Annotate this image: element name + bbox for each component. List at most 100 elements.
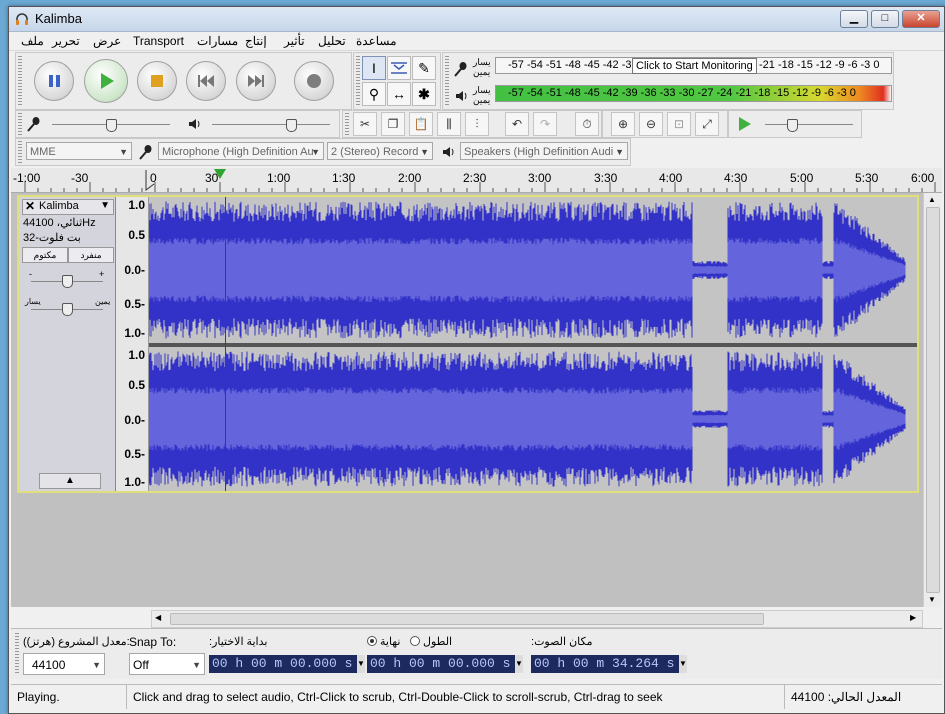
timeshift-tool[interactable]: ↔ xyxy=(387,82,411,106)
pan-right-label: يمين xyxy=(95,297,111,306)
play-at-speed-button[interactable] xyxy=(735,115,753,133)
audio-host-select[interactable]: MME ▼ xyxy=(26,142,132,160)
zoom-fit-icon: ⤢ xyxy=(702,117,712,131)
trim-button[interactable]: ⫼ xyxy=(437,112,461,136)
horizontal-scroll-thumb[interactable] xyxy=(170,613,764,625)
fit-project-button[interactable]: ⤢ xyxy=(695,112,719,136)
menu-tracks[interactable]: مسارات xyxy=(197,34,238,48)
selection-tool[interactable]: I xyxy=(362,56,386,80)
playhead-start-marker[interactable] xyxy=(143,168,159,192)
chevron-down-icon[interactable]: ▼ xyxy=(515,655,523,673)
chevron-down-icon[interactable]: ▼ xyxy=(100,200,110,211)
fit-selection-button[interactable]: ⊡ xyxy=(667,112,691,136)
chevron-down-icon[interactable]: ▼ xyxy=(679,655,687,673)
toolbar-grip[interactable] xyxy=(18,141,22,163)
zoom-tool[interactable]: ⚲ xyxy=(362,82,386,106)
input-volume-thumb[interactable] xyxy=(106,119,117,132)
length-radio-label: الطول xyxy=(423,636,453,648)
record-button[interactable] xyxy=(294,61,334,101)
toolbar-grip[interactable] xyxy=(445,56,449,106)
solo-button[interactable]: منفرد xyxy=(68,247,114,263)
redo-button[interactable]: ↷ xyxy=(533,112,557,136)
recording-device-select[interactable]: Microphone (High Definition Au ▼ xyxy=(158,142,324,160)
record-meter[interactable]: -57 -54 -51 -48 -45 -42 -3 -21 -18 -15 -… xyxy=(495,57,892,74)
end-radio-label: نهاية xyxy=(380,636,401,648)
transport-toolbar xyxy=(15,52,352,110)
end-radio[interactable] xyxy=(367,636,377,646)
double-arrow-icon: ↔ xyxy=(392,86,406,102)
zoom-in-icon: ⊕ xyxy=(617,117,629,131)
recording-channels-select[interactable]: 2 (Stereo) Record ▼ xyxy=(327,142,433,160)
window-title: Kalimba xyxy=(35,11,82,26)
output-volume-thumb[interactable] xyxy=(286,119,297,132)
skip-to-end-button[interactable] xyxy=(236,61,276,101)
timeline-ruler[interactable]: -1:00 -30 0 30 1:00 1:30 2:00 2:30 3:00 … xyxy=(11,168,942,193)
envelope-tool[interactable] xyxy=(387,56,411,80)
menu-file[interactable]: ملف xyxy=(21,34,44,48)
undo-button[interactable]: ↶ xyxy=(505,112,529,136)
project-rate-select[interactable]: 44100 ▼ xyxy=(23,653,105,675)
play-button[interactable] xyxy=(84,59,128,103)
selection-start-field[interactable]: 00 h 00 m 00.000 s xyxy=(209,655,357,673)
chevron-down-icon[interactable]: ▼ xyxy=(357,655,365,673)
scroll-right-icon[interactable]: ▶ xyxy=(910,613,916,622)
playback-meter[interactable]: -57 -54 -51 -48 -45 -42 -39 -36 -33 -30 … xyxy=(495,85,892,102)
vertical-scroll-thumb[interactable] xyxy=(926,207,940,593)
waveform-left-channel[interactable] xyxy=(149,197,917,343)
menu-view[interactable]: عرض xyxy=(93,34,121,48)
sync-lock-button[interactable]: ⏱ xyxy=(575,112,599,136)
copy-button[interactable]: ❐ xyxy=(381,112,405,136)
audio-track[interactable]: ✕ Kalimba ▼ 44100 ،ثنائيHz بت فلوت-32 مك… xyxy=(17,195,919,493)
close-button[interactable]: ✕ xyxy=(902,10,940,28)
toolbar-grip[interactable] xyxy=(356,56,360,106)
microphone-icon[interactable] xyxy=(453,61,469,77)
skip-end-icon xyxy=(248,75,264,87)
paste-button[interactable]: 📋 xyxy=(409,112,433,136)
track-close-button[interactable]: ✕ xyxy=(25,199,35,213)
waveform-right-channel[interactable] xyxy=(149,347,917,491)
length-radio[interactable] xyxy=(410,636,420,646)
selection-end-field[interactable]: 00 h 00 m 00.000 s xyxy=(367,655,515,673)
playback-device-select[interactable]: Speakers (High Definition Audi ▼ xyxy=(460,142,628,160)
playback-speed-thumb[interactable] xyxy=(787,119,798,132)
toolbar-grip[interactable] xyxy=(15,633,19,675)
track-name-menu[interactable]: Kalimba xyxy=(39,200,79,212)
track-pan-thumb[interactable] xyxy=(62,303,73,316)
zoom-out-button[interactable]: ⊖ xyxy=(639,112,663,136)
horizontal-scrollbar[interactable]: ◀ ▶ xyxy=(151,610,923,628)
skip-to-start-button[interactable] xyxy=(186,61,226,101)
snap-to-select[interactable]: Off ▼ xyxy=(129,653,205,675)
draw-tool[interactable]: ✎ xyxy=(412,56,436,80)
silence-button[interactable]: ⫶ xyxy=(465,112,489,136)
speaker-icon[interactable] xyxy=(455,89,469,103)
maximize-button[interactable]: □ xyxy=(871,10,899,28)
output-volume-slider[interactable] xyxy=(212,124,330,125)
clock-icon: ⏱ xyxy=(582,117,592,131)
audio-position-field[interactable]: 00 h 00 m 34.264 s xyxy=(531,655,679,673)
zoom-in-button[interactable]: ⊕ xyxy=(611,112,635,136)
menu-effect[interactable]: تأثير xyxy=(284,34,305,48)
playback-speed-slider[interactable] xyxy=(765,124,853,125)
menu-analyze[interactable]: تحليل xyxy=(318,34,346,48)
menu-edit[interactable]: تحرير xyxy=(52,34,80,48)
scroll-up-icon[interactable]: ▲ xyxy=(928,195,936,204)
amp-label: 0.5 xyxy=(128,378,145,392)
toolbar-grip[interactable] xyxy=(18,56,22,106)
scroll-down-icon[interactable]: ▼ xyxy=(928,595,936,604)
stop-button[interactable] xyxy=(137,61,177,101)
scroll-left-icon[interactable]: ◀ xyxy=(155,613,161,622)
multi-tool[interactable]: ✱ xyxy=(412,82,436,106)
pause-button[interactable] xyxy=(34,61,74,101)
minimize-button[interactable]: ▁ xyxy=(840,10,868,28)
toolbar-grip[interactable] xyxy=(18,113,22,135)
menu-transport[interactable]: Transport xyxy=(133,34,184,48)
menu-generate[interactable]: إنتاج xyxy=(245,34,267,48)
toolbar-grip[interactable] xyxy=(345,113,349,135)
vertical-scrollbar[interactable]: ▲ ▼ xyxy=(923,193,941,607)
mute-button[interactable]: مكتوم xyxy=(22,247,68,263)
track-gain-thumb[interactable] xyxy=(62,275,73,288)
menu-help[interactable]: مساعدة xyxy=(356,34,397,48)
cut-button[interactable]: ✂ xyxy=(353,112,377,136)
collapse-track-button[interactable]: ▲ xyxy=(39,473,101,489)
menu-bar: ملف تحرير عرض Transport مسارات إنتاج تأث… xyxy=(9,32,944,51)
